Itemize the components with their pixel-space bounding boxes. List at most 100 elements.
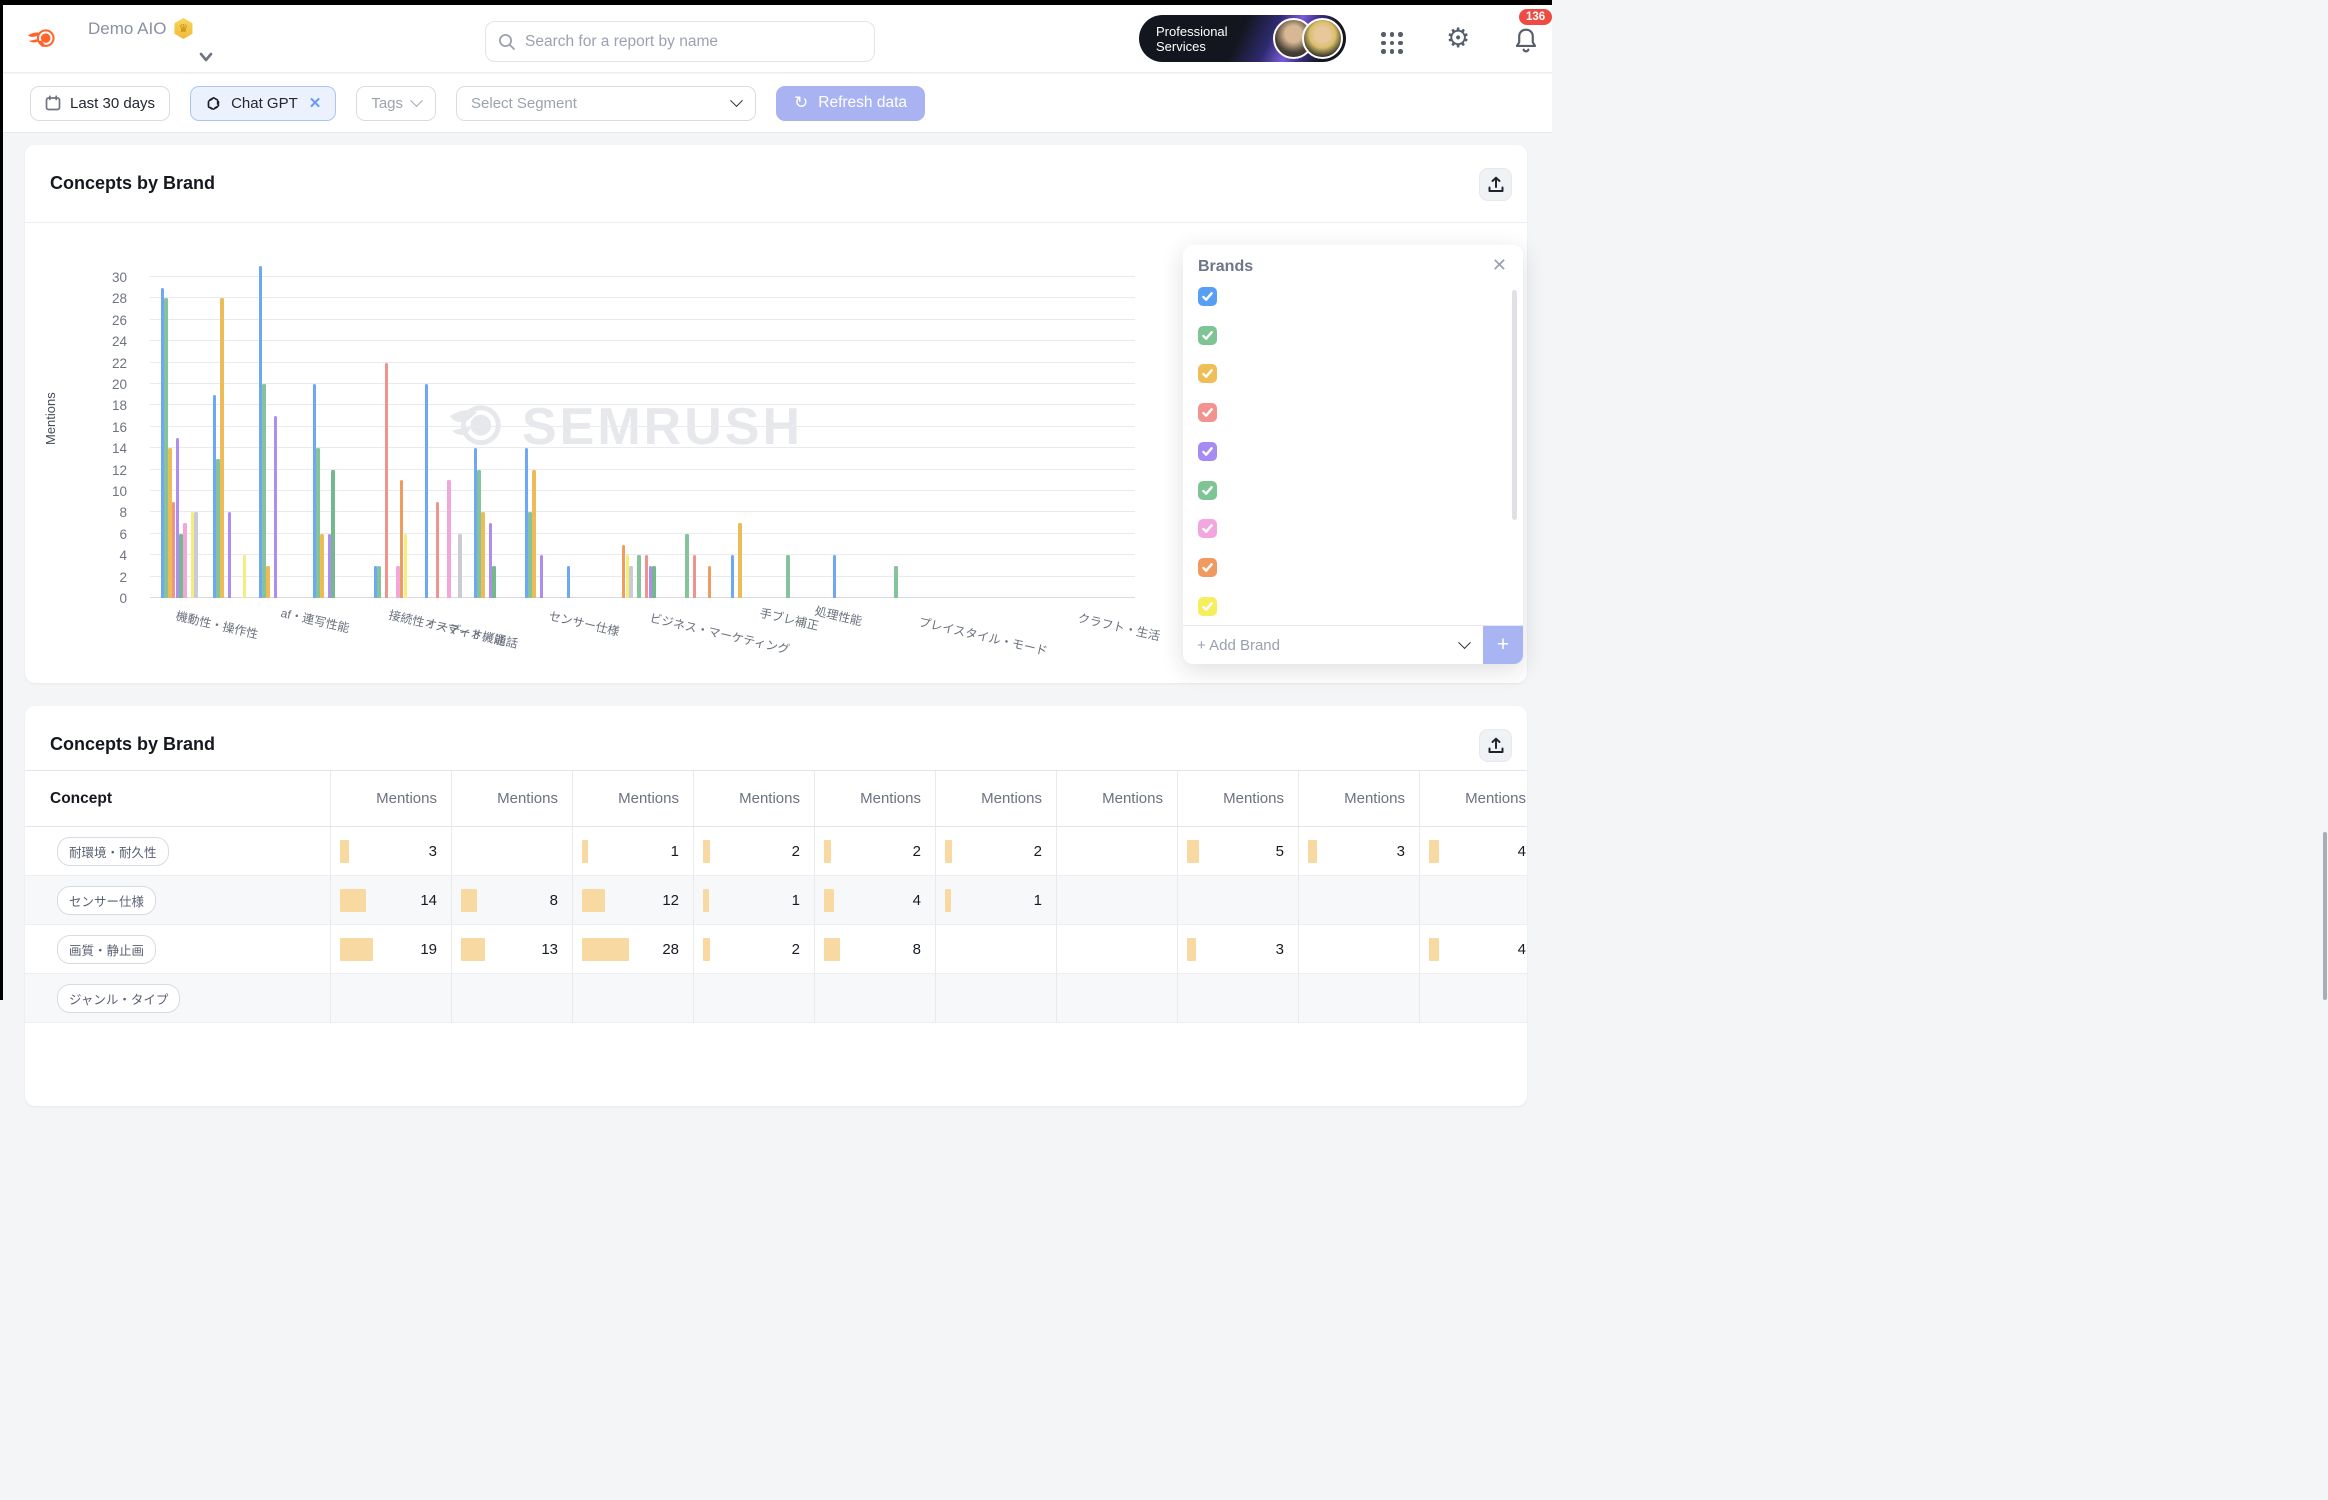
concept-column-header[interactable]: Concept xyxy=(25,771,330,826)
mentions-cell xyxy=(814,974,935,1023)
brands-legend-panel: Brands ✕ + Add Brand + xyxy=(1183,245,1523,664)
table-row: センサー仕様 14 8 12 1 4 1 xyxy=(25,876,1527,925)
x-axis-category-label: ビジネス・マーケティング xyxy=(648,610,791,657)
mentions-cell: 1 xyxy=(935,876,1056,925)
refresh-icon: ↻ xyxy=(794,93,809,112)
gridline xyxy=(150,597,1135,598)
y-axis-label: Mentions xyxy=(43,392,58,445)
cell-value-bar xyxy=(461,888,478,912)
report-search[interactable] xyxy=(485,21,875,62)
search-input[interactable] xyxy=(525,32,862,51)
concepts-by-brand-table-card: Concepts by Brand Concept Mentions Mention… xyxy=(25,706,1527,1106)
date-range-button[interactable]: Last 30 days xyxy=(30,85,171,121)
bar-grey xyxy=(458,533,462,598)
settings-gear-icon[interactable]: ⚙ xyxy=(1446,23,1470,54)
y-tick-label: 2 xyxy=(119,569,127,585)
mentions-column-header[interactable]: Mentions xyxy=(814,771,935,826)
y-tick-label: 10 xyxy=(111,484,127,499)
search-icon xyxy=(499,33,515,50)
cell-value: 8 xyxy=(912,940,921,958)
mentions-cell xyxy=(1298,925,1419,974)
export-table-button[interactable] xyxy=(1479,729,1512,762)
cell-value: 5 xyxy=(1275,842,1284,860)
y-tick-label: 26 xyxy=(111,312,127,328)
mentions-column-header[interactable]: Mentions xyxy=(935,771,1056,826)
y-tick-label: 20 xyxy=(111,377,127,392)
brand-checkbox[interactable] xyxy=(1198,557,1217,577)
mentions-cell: 4 xyxy=(1419,827,1527,876)
brand-checkbox[interactable] xyxy=(1198,325,1217,345)
screen-edge xyxy=(0,0,3,1000)
cell-value-bar xyxy=(582,888,605,912)
mentions-column-header[interactable]: Mentions xyxy=(1056,771,1177,826)
export-chart-button[interactable] xyxy=(1479,168,1512,201)
mentions-column-header[interactable]: Mentions xyxy=(1177,771,1298,826)
close-icon[interactable]: ✕ xyxy=(1492,255,1507,276)
bar-blue xyxy=(730,555,735,598)
professional-services-badge[interactable]: Professional Services xyxy=(1139,15,1346,62)
brand-checkbox[interactable] xyxy=(1198,441,1217,461)
mentions-cell: 5 xyxy=(1177,827,1298,876)
brand-checkbox[interactable] xyxy=(1198,519,1217,539)
tags-label: Tags xyxy=(371,94,404,112)
cell-value: 4 xyxy=(1517,940,1526,958)
y-tick-label: 6 xyxy=(119,526,127,542)
bar-blue xyxy=(832,555,837,598)
divider xyxy=(25,222,1527,223)
add-brand-button[interactable]: + xyxy=(1483,626,1523,664)
brand-checkbox[interactable] xyxy=(1198,596,1217,616)
workspace-chevron-down-icon[interactable] xyxy=(198,49,214,65)
page-scrollbar[interactable] xyxy=(2323,832,2327,1000)
mentions-cell xyxy=(1056,827,1177,876)
cell-value: 4 xyxy=(912,891,921,909)
mentions-column-header[interactable]: Mentions xyxy=(693,771,814,826)
mentions-cell xyxy=(1056,876,1177,925)
concept-tag[interactable]: ジャンル・タイプ xyxy=(57,983,181,1013)
semrush-logo[interactable] xyxy=(27,27,57,53)
mentions-cell xyxy=(572,974,693,1023)
x-axis-category-label: センサー仕様 xyxy=(547,608,621,639)
brand-checkbox[interactable] xyxy=(1198,287,1217,306)
mentions-cell xyxy=(935,974,1056,1023)
workspace-title[interactable]: Demo AIO ♛ xyxy=(88,18,193,39)
tags-dropdown[interactable]: Tags xyxy=(356,85,437,121)
concept-tag[interactable]: センサー仕様 xyxy=(57,885,157,915)
cell-value: 12 xyxy=(662,891,679,909)
cell-value: 1 xyxy=(791,891,800,909)
refresh-data-button[interactable]: ↻ Refresh data xyxy=(776,85,926,121)
cell-value: 28 xyxy=(662,940,679,958)
segment-select[interactable]: Select Segment xyxy=(456,85,757,121)
chevron-down-icon xyxy=(730,93,743,107)
gridline xyxy=(150,532,1135,534)
mentions-column-header[interactable]: Mentions xyxy=(451,771,572,826)
concept-tag[interactable]: 画質・静止画 xyxy=(57,934,157,964)
concept-tag[interactable]: 耐環境・耐久性 xyxy=(57,836,169,866)
brand-checkbox[interactable] xyxy=(1198,403,1217,423)
mentions-cell xyxy=(935,925,1056,974)
bar-salmon xyxy=(435,501,440,598)
y-tick-label: 18 xyxy=(111,398,127,414)
mentions-cell: 2 xyxy=(935,827,1056,876)
mentions-column-header[interactable]: Mentions xyxy=(1298,771,1419,826)
cell-value: 2 xyxy=(1033,842,1042,860)
brand-checkbox[interactable] xyxy=(1198,364,1217,384)
x-axis-category-label: af・連写性能 xyxy=(279,605,351,636)
notifications-bell-icon[interactable] xyxy=(1513,27,1539,55)
app-grid-icon[interactable] xyxy=(1381,32,1403,54)
mentions-column-header[interactable]: Mentions xyxy=(572,771,693,826)
cell-value-bar xyxy=(340,937,374,961)
chip-close-icon[interactable]: ✕ xyxy=(309,94,322,112)
gridline xyxy=(150,404,1135,406)
table-card-title: Concepts by Brand xyxy=(50,734,216,754)
bar-green2 xyxy=(652,565,656,598)
mentions-column-header[interactable]: Mentions xyxy=(1419,771,1527,826)
brands-scrollbar[interactable] xyxy=(1512,290,1517,520)
mentions-column-header[interactable]: Mentions xyxy=(330,771,451,826)
brand-filter-chip[interactable]: Chat GPT ✕ xyxy=(190,85,337,121)
chevron-down-icon[interactable] xyxy=(1458,635,1471,649)
y-tick-label: 4 xyxy=(119,548,127,564)
add-brand-input[interactable]: + Add Brand xyxy=(1183,637,1460,654)
brand-checkbox[interactable] xyxy=(1198,480,1217,500)
table-row: 耐環境・耐久性 3 1 2 2 2 5 3 4 xyxy=(25,827,1527,876)
brands-panel-title: Brands xyxy=(1198,258,1254,275)
